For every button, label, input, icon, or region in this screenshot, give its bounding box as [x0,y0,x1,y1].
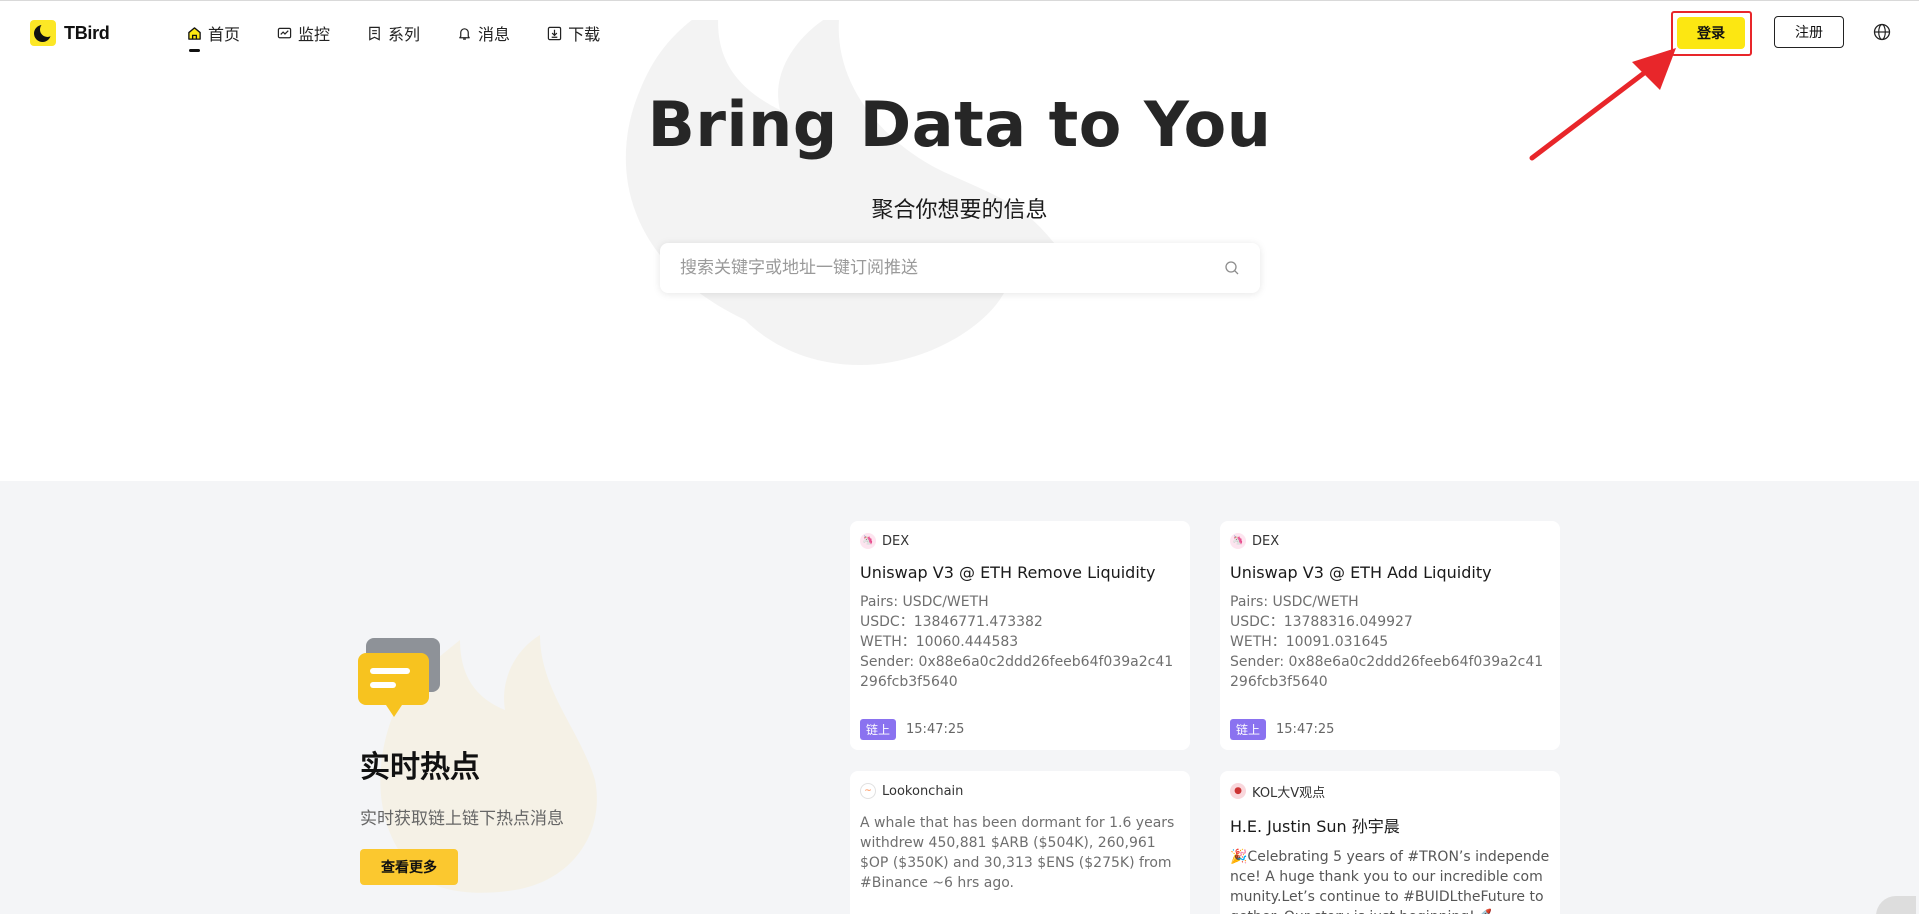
home-icon [186,25,202,41]
card-text: 🎉Celebrating 5 years of #TRON’s independ… [1230,849,1550,914]
news-card[interactable]: 🦄 DEX Uniswap V3 @ ETH Remove Liquidity … [850,521,1190,750]
card-footer: 链上 15:47:25 [860,719,964,740]
monitor-icon [276,25,292,41]
card-source: 🦄 DEX [1230,531,1550,551]
card-source-name: DEX [882,533,910,549]
brand-name: TBird [64,22,110,43]
top-border [0,0,1919,1]
card-text: A whale that has been dormant for 1.6 ye… [860,815,1175,891]
card-title: H.E. Justin Sun 孙宇晨 [1230,817,1400,836]
download-icon [546,25,562,41]
news-card[interactable]: ~ Lookonchain A whale that has been dorm… [850,771,1190,914]
card-line: WETH：10060.444583 [860,634,1019,650]
news-card[interactable]: 🦄 DEX Uniswap V3 @ ETH Add Liquidity Pai… [1220,521,1560,750]
search-bar [660,243,1260,293]
series-icon [366,25,382,41]
lookonchain-icon: ~ [860,783,876,799]
nav-label: 系列 [388,25,421,44]
card-source-name: Lookonchain [882,783,964,799]
register-button[interactable]: 注册 [1774,16,1844,48]
nav-label: 下载 [568,25,601,44]
card-line: USDC：13846771.473382 [860,614,1043,630]
nav-label: 首页 [208,25,241,44]
bell-icon [456,25,472,41]
card-footer: 链上 15:47:25 [1230,719,1334,740]
globe-icon[interactable] [1873,23,1891,41]
hot-description: 实时获取链上链下热点消息 [360,809,564,829]
view-more-button[interactable]: 查看更多 [360,849,458,885]
card-source-name: KOL大V观点 [1252,785,1326,801]
chain-tag: 链上 [1230,719,1267,740]
nav-item-monitor[interactable]: 监控 [276,22,330,44]
card-source-name: DEX [1252,533,1280,549]
tbird-logo-icon [30,20,56,46]
nav-label: 监控 [298,25,331,44]
card-line: WETH：10091.031645 [1230,634,1389,650]
card-time: 15:47:25 [1276,722,1335,737]
page: TBird 首页 监控 系列 消息 下载 登录 注册 Bring Data to… [0,0,1919,914]
card-source: ~ Lookonchain [860,781,1180,801]
card-title: Uniswap V3 @ ETH Add Liquidity [1230,563,1492,582]
card-line: USDC：13788316.049927 [1230,614,1413,630]
uniswap-icon: 🦄 [1230,533,1246,549]
card-line: Pairs: USDC/WETH [1230,594,1359,610]
search-icon[interactable] [1224,260,1240,276]
card-source: ● KOL大V观点 [1230,781,1550,801]
brand-logo[interactable]: TBird [30,20,110,46]
nav-item-messages[interactable]: 消息 [456,22,510,44]
nav-label: 消息 [478,25,511,44]
card-time: 15:47:25 [906,722,965,737]
chain-tag: 链上 [860,719,897,740]
card-title: Uniswap V3 @ ETH Remove Liquidity [860,563,1156,582]
uniswap-icon: 🦄 [860,533,876,549]
hero-subtitle: 聚合你想要的信息 [871,198,1048,223]
nav-item-series[interactable]: 系列 [366,22,420,44]
card-source: 🦄 DEX [860,531,1180,551]
card-line: Sender: 0x88e6a0c2ddd26feeb64f039a2c4129… [1230,654,1544,690]
nav-item-download[interactable]: 下载 [546,22,600,44]
card-body: Pairs: USDC/WETH USDC：13846771.473382 WE… [860,592,1180,694]
search-input[interactable] [680,258,1224,278]
hot-title: 实时热点 [360,750,480,785]
card-line: Pairs: USDC/WETH [860,594,989,610]
main-nav: 首页 监控 系列 消息 下载 [186,22,636,52]
card-line: Sender: 0x88e6a0c2ddd26feeb64f039a2c4129… [860,654,1174,690]
nav-item-home[interactable]: 首页 [186,22,241,52]
kol-avatar-icon: ● [1230,783,1246,799]
hero-title: Bring Data to You [647,88,1272,161]
card-body: Pairs: USDC/WETH USDC：13788316.049927 WE… [1230,592,1550,694]
news-card[interactable]: ● KOL大V观点 H.E. Justin Sun 孙宇晨 🎉Celebrati… [1220,771,1560,914]
chat-bubble-icon [358,638,440,717]
